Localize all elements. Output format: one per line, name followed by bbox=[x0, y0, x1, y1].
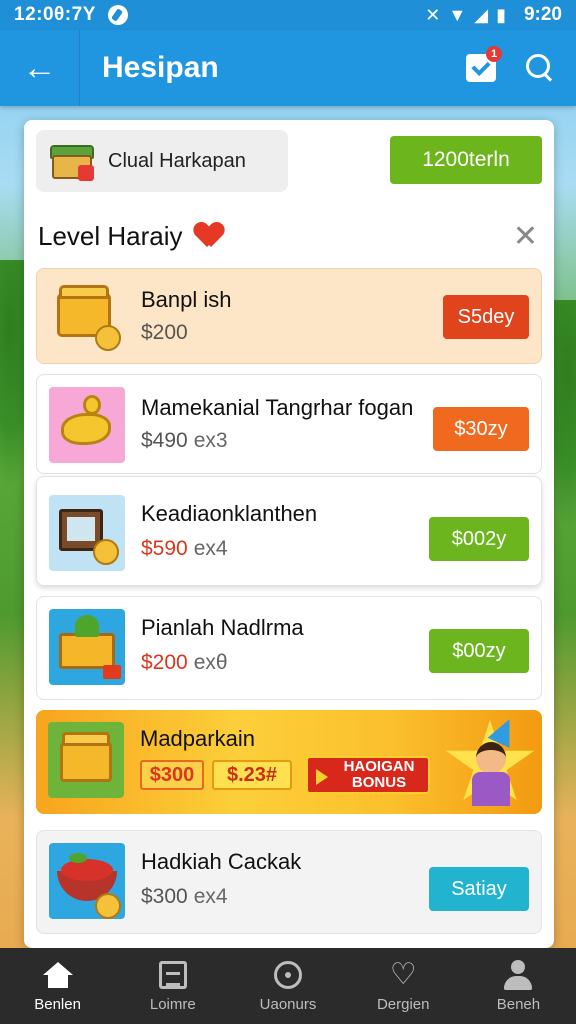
checklist-icon[interactable]: 1 bbox=[466, 46, 502, 82]
level-title: Level Haraiy bbox=[38, 220, 183, 251]
nav-label: Uaonurs bbox=[259, 995, 317, 1013]
bonus-label: HAOIGAN BONUS bbox=[343, 758, 415, 791]
item-name: Pianlah Nadlrma bbox=[141, 615, 304, 640]
status-clock: 9:20 bbox=[523, 4, 562, 25]
status-time: 12:0θ:7Y bbox=[14, 4, 96, 25]
old-price-tag: $300 bbox=[140, 760, 204, 790]
bonus-button[interactable]: HAOIGAN BONUS bbox=[306, 756, 430, 794]
buy-button[interactable]: S5dey bbox=[443, 295, 529, 339]
shop-item[interactable]: Pianlah Nadlrma $200 exθ $00zy bbox=[36, 596, 542, 700]
heart-icon bbox=[195, 223, 223, 249]
nav-label: Loimre bbox=[149, 995, 196, 1013]
back-arrow-icon[interactable]: ← bbox=[0, 30, 80, 106]
item-price: $200 bbox=[141, 321, 188, 344]
nav-item-map[interactable]: Uaonurs bbox=[230, 948, 345, 1024]
mascot-character bbox=[444, 714, 536, 810]
item-price: $490 ex3 bbox=[141, 429, 228, 452]
nav-label: Benlen bbox=[34, 995, 81, 1013]
grid-icon bbox=[158, 960, 187, 989]
signal-icon: ◢ bbox=[474, 4, 489, 25]
nav-item-favorites[interactable]: ♡ Dergien bbox=[346, 948, 461, 1024]
shop-panel: Clual Harkapan 1200terln Level Haraiy ✕ … bbox=[24, 120, 554, 948]
nav-item-grid[interactable]: Loimre bbox=[115, 948, 230, 1024]
currency-button[interactable]: 1200terln bbox=[390, 136, 542, 184]
item-name: Mamekanial Tangrhar fogan bbox=[141, 395, 414, 420]
buy-button[interactable]: $30zy bbox=[433, 407, 529, 451]
close-icon[interactable]: ✕ bbox=[513, 219, 538, 254]
gold-chest-icon bbox=[49, 279, 125, 355]
app-bar: ← Hesipan 1 bbox=[0, 30, 576, 106]
sale-price-tag: $.23# bbox=[212, 760, 292, 790]
currency-chip[interactable]: Clual Harkapan bbox=[36, 130, 288, 192]
bonus-item[interactable]: Madparkain $300 $.23# HAOIGAN BONUS bbox=[36, 710, 542, 814]
shop-item[interactable]: Keadiaonklanthen $590 ex4 $002y bbox=[36, 476, 542, 586]
item-price: $590 ex4 bbox=[141, 537, 228, 560]
item-price: $200 exθ bbox=[141, 651, 228, 674]
navigation-icon bbox=[107, 5, 128, 25]
shop-item[interactable]: Hadkiah Cackak $300 ex4 Satiay bbox=[36, 830, 542, 934]
item-name: Banpl ish bbox=[141, 287, 232, 312]
nav-item-profile[interactable]: Beneh bbox=[461, 948, 576, 1024]
item-name: Keadiaonklanthen bbox=[141, 501, 318, 526]
nav-label: Beneh bbox=[496, 995, 541, 1013]
shop-item[interactable]: Mamekanial Tangrhar fogan $490 ex3 $30zy bbox=[36, 374, 542, 474]
gold-chest-icon bbox=[48, 722, 124, 798]
status-bar: 12:0θ:7Y ✕ ▼ ◢ ▮ 9:20 bbox=[0, 0, 576, 30]
fruit-basket-icon bbox=[49, 387, 125, 463]
battery-icon: ▮ bbox=[496, 4, 506, 25]
level-header: Level Haraiy ✕ bbox=[38, 216, 544, 256]
heart-outline-icon: ♡ bbox=[389, 957, 417, 991]
status-icons: ✕ ▼ ◢ ▮ 9:20 bbox=[425, 4, 562, 26]
home-icon bbox=[42, 961, 73, 988]
buy-button[interactable]: $00zy bbox=[429, 629, 529, 673]
item-price: $300 ex4 bbox=[141, 885, 228, 908]
map-pin-icon bbox=[274, 960, 302, 989]
treasure-chest-icon bbox=[50, 141, 94, 181]
buy-button[interactable]: Satiay bbox=[429, 867, 529, 911]
shop-item[interactable]: Banpl ish $200 S5dey bbox=[36, 268, 542, 364]
currency-chip-label: Clual Harkapan bbox=[108, 149, 246, 172]
page-title: Hesipan bbox=[102, 51, 219, 84]
nav-label: Dergien bbox=[376, 995, 430, 1013]
picture-frame-icon bbox=[49, 495, 125, 571]
search-icon[interactable] bbox=[526, 54, 554, 82]
berry-bowl-icon bbox=[49, 843, 125, 919]
currency-row: Clual Harkapan 1200terln bbox=[36, 130, 542, 192]
user-icon bbox=[504, 959, 533, 990]
item-name: Hadkiah Cackak bbox=[141, 849, 302, 874]
bottom-navigation: Benlen Loimre Uaonurs ♡ Dergien Beneh bbox=[0, 948, 576, 1024]
treasure-box-icon bbox=[49, 609, 125, 685]
nav-item-home[interactable]: Benlen bbox=[0, 948, 115, 1024]
item-name: Madparkain bbox=[140, 726, 255, 751]
wifi-icon: ▼ bbox=[448, 4, 467, 25]
no-signal-icon: ✕ bbox=[425, 4, 441, 25]
notification-badge: 1 bbox=[486, 46, 502, 62]
buy-button[interactable]: $002y bbox=[429, 517, 529, 561]
